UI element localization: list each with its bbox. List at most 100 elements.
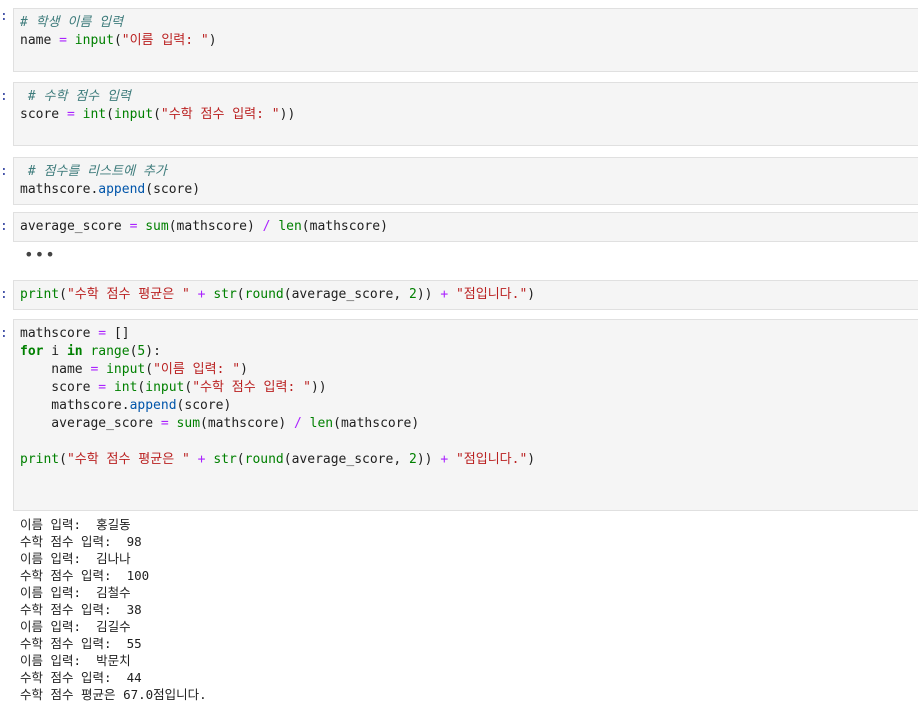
output-line: 수학 점수 입력: 55 — [20, 636, 142, 651]
code-line: name = input("이름 입력: ") — [20, 361, 912, 379]
code-token: )) — [310, 380, 327, 395]
code-token: 2 — [409, 452, 417, 467]
cell-prompt: : — [0, 287, 8, 302]
code-token: for — [20, 344, 44, 359]
code-token: "수학 점수 평균은 " — [66, 287, 190, 302]
output-line: 이름 입력: 홍길동 — [20, 517, 131, 532]
code-token: # 점수를 리스트에 추가 — [20, 164, 167, 179]
output-line: 이름 입력: 박문치 — [20, 653, 131, 668]
code-editor[interactable]: # 수학 점수 입력 score = int(input("수학 점수 입력: "… — [13, 82, 918, 146]
code-token: sum — [176, 416, 201, 431]
code-token: input — [113, 107, 154, 122]
code-token: append — [98, 182, 146, 197]
code-token: / — [293, 416, 302, 431]
code-token: = — [59, 33, 67, 48]
code-token: + — [440, 452, 449, 467]
code-token: ) — [278, 416, 287, 431]
code-token: mathscore — [309, 219, 381, 234]
code-token: round — [244, 452, 284, 467]
code-token: len — [278, 219, 302, 234]
output-line: 이름 입력: 김나나 — [20, 551, 131, 566]
code-token: ) — [208, 33, 217, 48]
code-token: ) — [380, 219, 388, 234]
code-line: # 점수를 리스트에 추가 — [20, 163, 912, 181]
code-token: # 학생 이름 입력 — [20, 15, 124, 30]
code-editor[interactable]: print("수학 점수 평균은 " + str(round(average_s… — [13, 280, 918, 310]
code-token: mathscore — [207, 416, 279, 431]
collapsed-output-ellipsis[interactable]: ••• — [24, 246, 56, 264]
code-line: print("수학 점수 평균은 " + str(round(average_s… — [20, 286, 912, 304]
code-token: mathscore. — [20, 182, 99, 197]
code-token: = — [98, 380, 107, 395]
code-line: # 수학 점수 입력 — [20, 88, 912, 106]
code-token: ( — [301, 219, 310, 234]
code-token: mathscore. — [20, 398, 130, 413]
cell-output: 이름 입력: 홍길동수학 점수 입력: 98 이름 입력: 김나나수학 점수 입력… — [20, 516, 900, 703]
output-line: 수학 점수 입력: 38 — [20, 602, 142, 617]
code-token: [] — [113, 326, 130, 341]
code-line: # 학생 이름 입력 — [20, 14, 912, 32]
output-line: 이름 입력: 김철수 — [20, 585, 131, 600]
code-line: name = input("이름 입력: ") — [20, 32, 912, 50]
output-line: 이름 입력: 김길수 — [20, 619, 131, 634]
code-token: = — [66, 107, 75, 122]
code-token: "점입니다." — [455, 287, 528, 302]
code-token: range — [90, 344, 130, 359]
code-token: average_score — [20, 416, 161, 431]
code-token: print — [20, 452, 60, 467]
code-token: average_score — [20, 219, 130, 234]
output-line: 수학 점수 입력: 98 — [20, 534, 142, 549]
code-token: average_score, — [291, 287, 409, 302]
cell-prompt: : — [0, 326, 8, 341]
code-token: ) — [527, 452, 536, 467]
code-token: ( — [283, 452, 292, 467]
code-token: ( — [153, 107, 161, 122]
code-token: int — [113, 380, 138, 395]
code-token: = — [98, 326, 107, 341]
code-token: ( — [59, 287, 67, 302]
code-token: ) — [411, 416, 420, 431]
code-line: score = int(input("수학 점수 입력: ")) — [20, 379, 912, 397]
code-token: ) — [527, 287, 536, 302]
code-token: "수학 점수 입력: " — [160, 107, 280, 122]
code-editor[interactable]: # 점수를 리스트에 추가 mathscore.append(score) — [13, 157, 918, 205]
code-editor[interactable]: # 학생 이름 입력 name = input("이름 입력: ") — [13, 8, 918, 72]
code-token: ( — [145, 362, 154, 377]
code-editor[interactable]: mathscore = [] for i in range(5): name = … — [13, 319, 918, 511]
code-token: ) — [192, 182, 201, 197]
output-line: 수학 점수 입력: 44 — [20, 670, 142, 685]
code-line: average_score = sum(mathscore) / len(mat… — [20, 415, 912, 433]
code-token: input — [74, 33, 114, 48]
code-token: print — [20, 287, 60, 302]
code-token: ( — [113, 33, 122, 48]
code-token: ( — [145, 182, 154, 197]
code-token: mathscore — [340, 416, 412, 431]
code-token: ) — [223, 398, 232, 413]
code-token: in — [66, 344, 83, 359]
code-editor[interactable]: average_score = sum(mathscore) / len(mat… — [13, 212, 918, 242]
code-token: str — [213, 287, 237, 302]
code-token: mathscore — [176, 219, 247, 234]
code-token: score — [20, 380, 99, 395]
code-token: # 수학 점수 입력 — [20, 89, 131, 104]
code-token: name — [20, 362, 91, 377]
code-token: score — [20, 107, 67, 122]
code-token: "점입니다." — [455, 452, 528, 467]
output-line: 수학 점수 입력: 100 — [20, 568, 150, 583]
code-token: ( — [236, 452, 245, 467]
code-token: "이름 입력: " — [121, 33, 209, 48]
code-token: + — [440, 287, 449, 302]
code-line: score = int(input("수학 점수 입력: ")) — [20, 106, 912, 124]
code-token: round — [244, 287, 284, 302]
code-line: print("수학 점수 평균은 " + str(round(average_s… — [20, 451, 912, 469]
